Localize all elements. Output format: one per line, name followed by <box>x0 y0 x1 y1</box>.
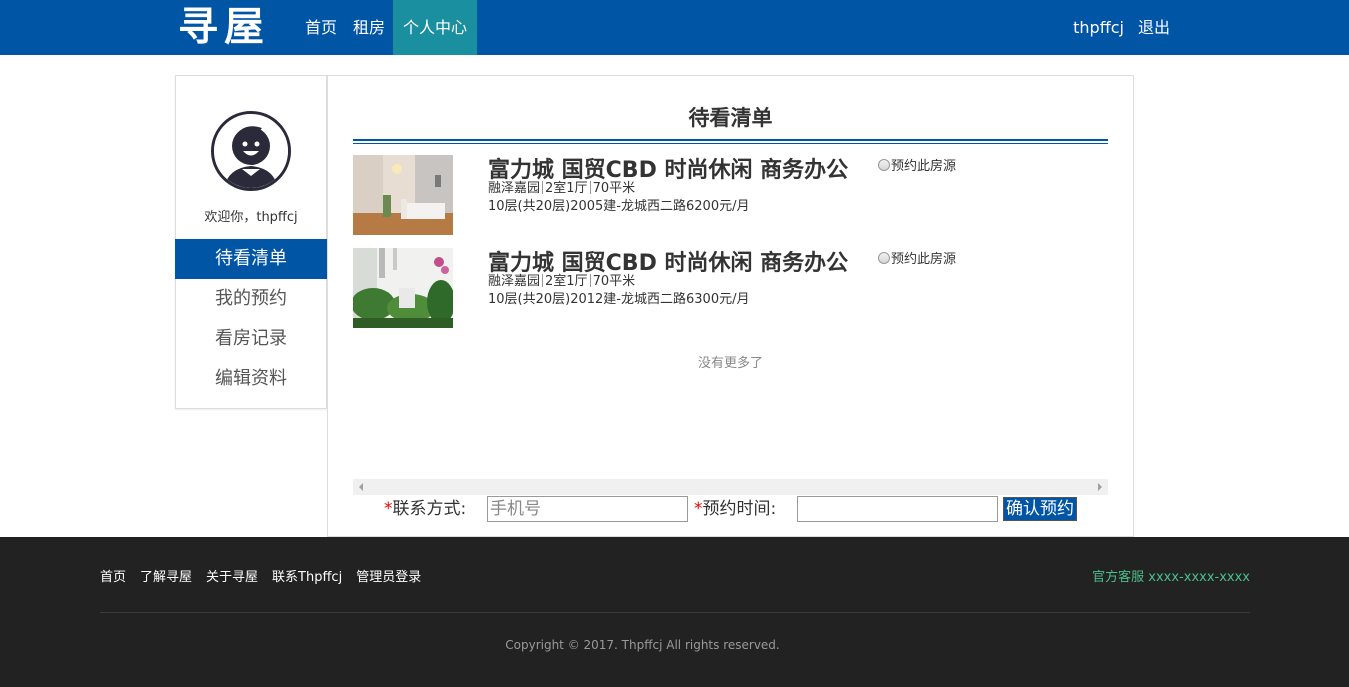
listing-meta: 融泽嘉园 2室1厅 70平米 <box>488 270 635 289</box>
site-logo[interactable]: 寻屋 <box>178 4 270 50</box>
top-navbar: 寻屋 首页 租房 个人中心 thpffcj 退出 <box>0 0 1349 55</box>
meta-divider <box>589 181 591 194</box>
listing-detail: 10层(共20层)2005建-龙城西二路6200元/月 <box>488 199 750 214</box>
listing-community: 融泽嘉园 <box>488 181 541 196</box>
reserve-option[interactable]: 预约此房源 <box>878 248 956 267</box>
footer-link-home[interactable]: 首页 <box>100 566 126 585</box>
user-avatar-icon <box>214 114 288 188</box>
footer-link-contact[interactable]: 联系Thpffcj <box>272 566 342 585</box>
required-mark: * <box>694 499 703 519</box>
footer-divider <box>100 612 1250 613</box>
contact-label-text: 联系方式: <box>392 499 467 519</box>
nav-rent[interactable]: 租房 <box>345 0 393 55</box>
listing-thumbnail[interactable] <box>353 248 453 328</box>
sidebar-item-my-reservations[interactable]: 我的预约 <box>175 279 327 319</box>
listing-meta: 融泽嘉园 2室1厅 70平米 <box>488 177 635 196</box>
phone-input[interactable] <box>487 496 688 522</box>
plants-photo-icon <box>353 248 453 328</box>
sidebar-item-viewing-history[interactable]: 看房记录 <box>175 319 327 359</box>
listing-item: 富力城 国贸CBD 时尚休闲 商务办公 融泽嘉园 2室1厅 70平米 10层(共20… <box>353 248 1053 328</box>
required-mark: * <box>384 499 393 519</box>
sidebar-item-watchlist[interactable]: 待看清单 <box>175 239 327 279</box>
logout-link[interactable]: 退出 <box>1138 0 1170 55</box>
contact-label: *联系方式: <box>384 496 466 522</box>
user-sidebar: 欢迎你，thpffcj 待看清单 我的预约 看房记录 编辑资料 <box>175 75 327 409</box>
reservation-time-input[interactable] <box>797 496 998 522</box>
copyright: Copyright © 2017. Thpffcj All rights res… <box>505 638 780 652</box>
nav-personal-center[interactable]: 个人中心 <box>393 0 478 55</box>
footer: 首页 了解寻屋 关于寻屋 联系Thpffcj 管理员登录 官方客服 xxxx-x… <box>0 537 1349 687</box>
meta-divider <box>542 274 544 287</box>
reserve-label: 预约此房源 <box>891 252 957 267</box>
scroll-right-arrow-icon[interactable] <box>1098 483 1102 491</box>
reserve-label: 预约此房源 <box>891 159 957 174</box>
reserve-radio[interactable] <box>878 158 890 171</box>
listing-layout: 2室1厅 <box>545 181 588 196</box>
footer-link-admin-login[interactable]: 管理员登录 <box>356 566 421 585</box>
sidebar-item-edit-profile[interactable]: 编辑资料 <box>175 359 327 399</box>
listing-thumbnail[interactable] <box>353 155 453 235</box>
reservation-form: *联系方式: *预约时间: 确认预约 <box>328 496 1133 522</box>
footer-links: 首页 了解寻屋 关于寻屋 联系Thpffcj 管理员登录 <box>100 566 421 585</box>
meta-divider <box>589 274 591 287</box>
listing-layout: 2室1厅 <box>545 274 588 289</box>
main-content: 待看清单 富力城 国贸CBD 时尚休闲 商务办公 融泽嘉园 2室1厅 70平米 10… <box>327 75 1134 537</box>
listing-area: 70平米 <box>592 181 636 196</box>
main-nav: 首页 租房 个人中心 <box>297 0 478 55</box>
nav-home[interactable]: 首页 <box>297 0 345 55</box>
reserve-option[interactable]: 预约此房源 <box>878 155 956 174</box>
welcome-text: 欢迎你，thpffcj <box>204 210 298 225</box>
footer-link-learn[interactable]: 了解寻屋 <box>140 566 192 585</box>
confirm-reservation-button[interactable]: 确认预约 <box>1003 497 1077 521</box>
scroll-left-arrow-icon[interactable] <box>359 483 363 491</box>
user-area: thpffcj 退出 <box>1073 0 1170 55</box>
title-divider <box>353 139 1108 144</box>
meta-divider <box>542 181 544 194</box>
listing-detail: 10层(共20层)2012建-龙城西二路6300元/月 <box>488 292 750 307</box>
bedroom-photo-icon <box>353 155 453 235</box>
sidebar-menu: 待看清单 我的预约 看房记录 编辑资料 <box>175 239 327 399</box>
no-more-text: 没有更多了 <box>697 356 763 371</box>
listing-item: 富力城 国贸CBD 时尚休闲 商务办公 融泽嘉园 2室1厅 70平米 10层(共20… <box>353 155 1053 235</box>
reserve-radio[interactable] <box>878 251 890 264</box>
horizontal-scrollbar[interactable] <box>353 479 1108 495</box>
avatar <box>211 111 291 191</box>
listing-area: 70平米 <box>592 274 636 289</box>
footer-link-about[interactable]: 关于寻屋 <box>206 566 258 585</box>
listing-community: 融泽嘉园 <box>488 274 541 289</box>
time-label: *预约时间: <box>694 496 776 522</box>
customer-service: 官方客服 xxxx-xxxx-xxxx <box>1092 570 1250 585</box>
username-link[interactable]: thpffcj <box>1073 0 1124 55</box>
page-title: 待看清单 <box>688 106 773 130</box>
time-label-text: 预约时间: <box>702 499 777 519</box>
